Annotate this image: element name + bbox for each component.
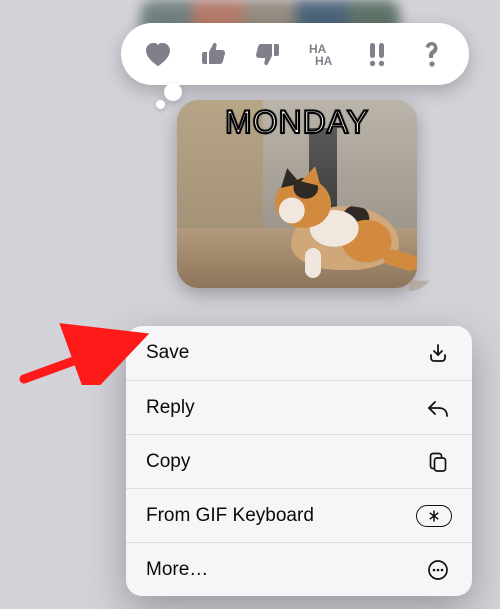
- menu-item-label: Save: [146, 342, 189, 364]
- menu-item-from-gif-keyboard[interactable]: From GIF Keyboard: [126, 488, 472, 542]
- tapback-reaction-bar: HAHA: [121, 23, 469, 85]
- svg-text:HA: HA: [315, 54, 333, 68]
- menu-item-label: More…: [146, 559, 208, 581]
- thumbs-down-icon: [254, 40, 282, 68]
- menu-item-reply[interactable]: Reply: [126, 380, 472, 434]
- reaction-bar-tail: [156, 100, 165, 109]
- reaction-question[interactable]: [410, 32, 454, 76]
- reaction-thumbs-up[interactable]: [191, 32, 235, 76]
- menu-item-label: Reply: [146, 397, 195, 419]
- reaction-heart[interactable]: [136, 32, 180, 76]
- message-context-menu: Save Reply Copy From GIF Keyboard More…: [126, 326, 472, 596]
- reaction-emphasize[interactable]: [355, 32, 399, 76]
- menu-item-copy[interactable]: Copy: [126, 434, 472, 488]
- menu-item-more[interactable]: More…: [126, 542, 472, 596]
- reaction-haha[interactable]: HAHA: [300, 32, 344, 76]
- haha-icon: HAHA: [305, 40, 339, 68]
- thumbs-up-icon: [199, 40, 227, 68]
- double-exclamation-icon: [365, 40, 389, 68]
- reaction-thumbs-down[interactable]: [246, 32, 290, 76]
- heart-icon: [143, 40, 173, 68]
- menu-item-label: Copy: [146, 451, 190, 473]
- question-mark-icon: [422, 39, 442, 69]
- menu-item-save[interactable]: Save: [126, 326, 472, 380]
- gif-caption-text: MONDAY: [177, 104, 417, 141]
- download-icon: [424, 341, 452, 365]
- more-icon: [424, 558, 452, 582]
- appstore-pill-icon: [416, 505, 452, 527]
- copy-icon: [424, 450, 452, 474]
- reply-icon: [424, 396, 452, 420]
- message-gif-bubble[interactable]: MONDAY: [177, 100, 417, 288]
- reaction-bar-tail: [164, 83, 182, 101]
- menu-item-label: From GIF Keyboard: [146, 505, 314, 527]
